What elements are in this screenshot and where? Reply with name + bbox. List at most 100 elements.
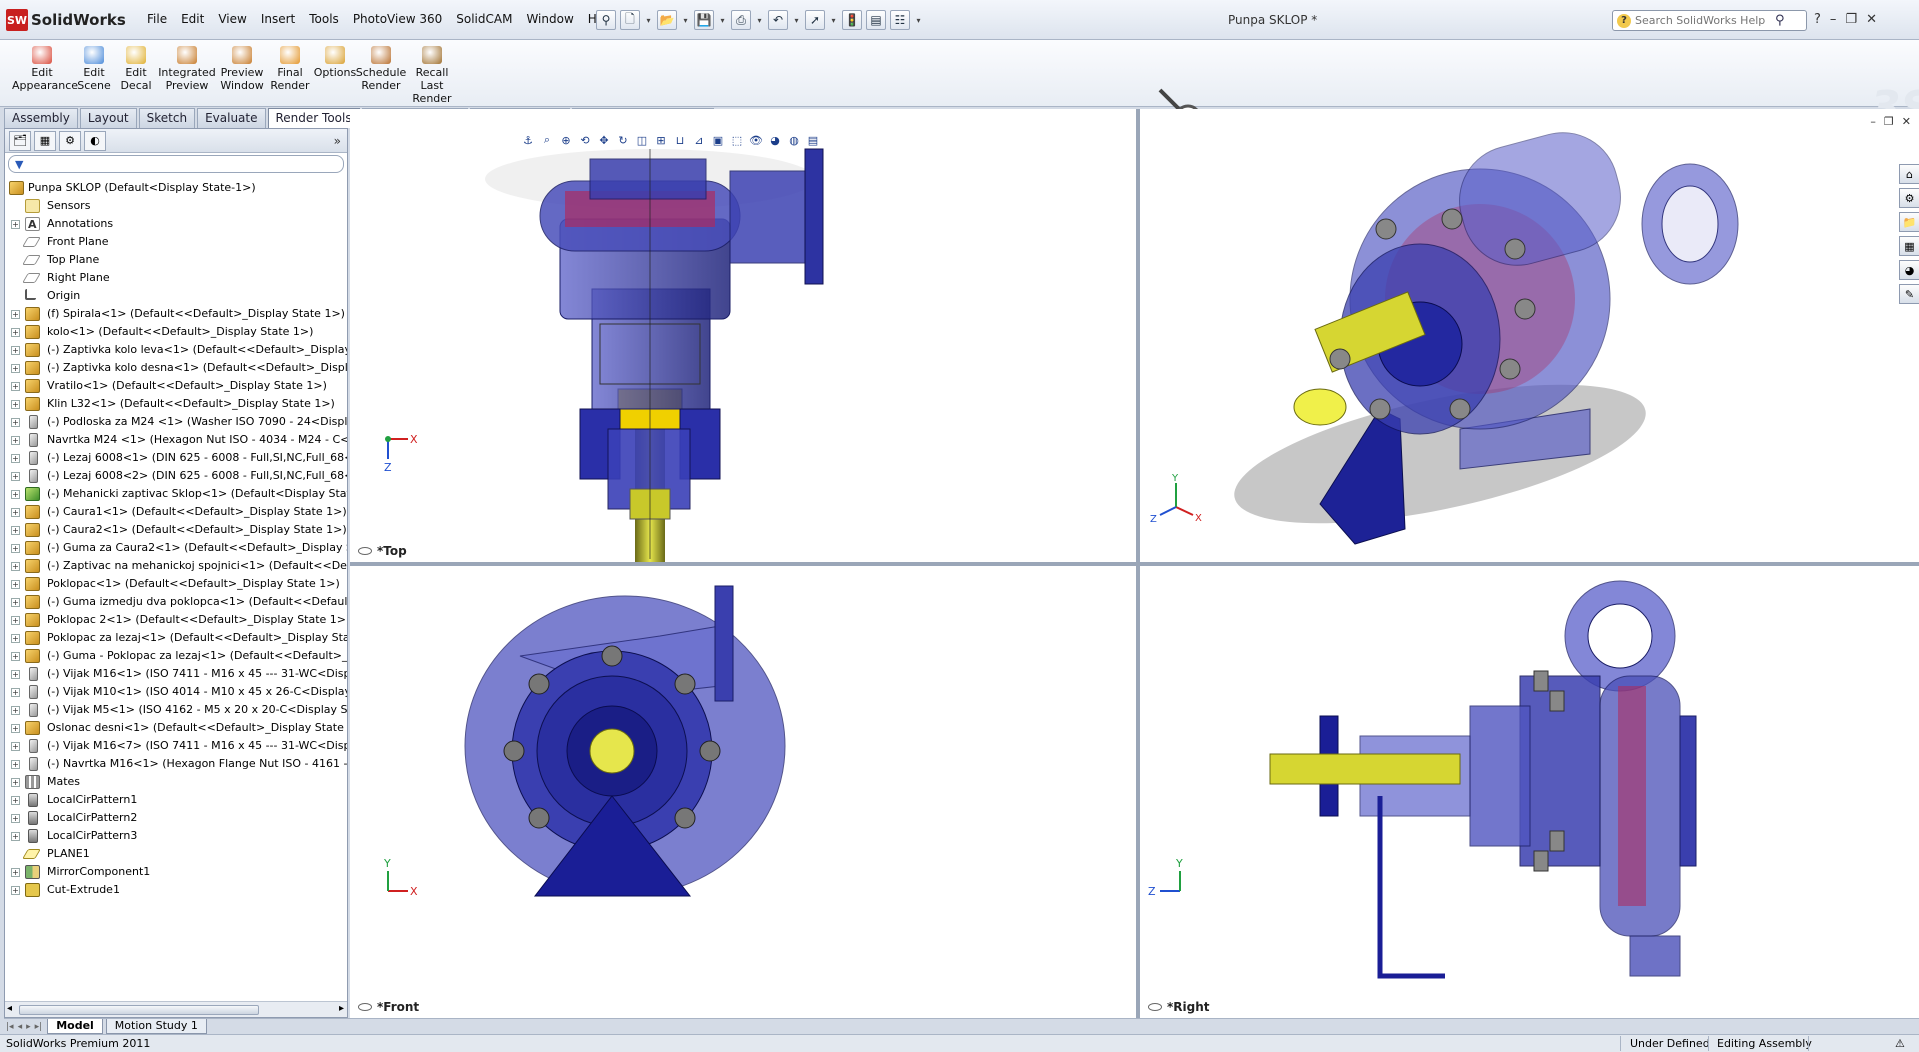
graphics-area[interactable]: ⚓ ⌕ ⊕ ⟲ ✥ ↻ ◫ ⊞ ⊔ ⊿ ▣ ⬚ 👁 ◕ ◍ ▤ X Z *Top… [350,109,1919,1018]
next-tab-icon[interactable]: ▸ [26,1022,31,1032]
tree-item[interactable]: + (-) Vijak M16<7> (ISO 7411 - M16 x 45 -… [5,737,347,755]
tree-item[interactable]: + (-) Vijak M5<1> (ISO 4162 - M5 x 20 x 2… [5,701,347,719]
viewport-close-icon[interactable]: ✕ [1902,115,1911,128]
menu-tools[interactable]: Tools [302,10,346,28]
new-document-icon[interactable]: 🗋 [620,10,640,30]
tree-item[interactable]: + kolo<1> (Default<<Default>_Display Stat… [5,323,347,341]
expand-toggle-icon[interactable]: + [11,634,20,643]
ribbon-appearance-button[interactable]: Edit Appearance [12,46,78,92]
scroll-left-icon[interactable]: ◂ [7,1003,12,1014]
app-logo[interactable]: SW SolidWorks [6,9,126,31]
expand-toggle-icon[interactable]: + [11,544,20,553]
ribbon-schedule-render-button[interactable]: Schedule Render [353,46,409,92]
expand-toggle-icon[interactable]: + [11,832,20,841]
scroll-thumb[interactable] [19,1005,259,1015]
view-palette-icon[interactable]: ▦ [1899,236,1919,256]
ribbon-decal-button[interactable]: Edit Decal [116,46,156,92]
tree-item[interactable]: + LocalCirPattern3 [5,827,347,845]
file-explorer-icon[interactable]: 📁 [1899,212,1919,232]
tab-render-tools[interactable]: Render Tools [267,108,360,128]
view-eye-icon[interactable] [358,1003,372,1011]
expand-toggle-icon[interactable]: + [11,364,20,373]
expand-toggle-icon[interactable]: + [11,220,20,229]
custom-properties-icon[interactable]: ✎ [1899,284,1919,304]
expand-toggle-icon[interactable]: + [11,418,20,427]
tree-item[interactable]: + (f) Spirala<1> (Default<<Default>_Displ… [5,305,347,323]
property-manager-tab-icon[interactable]: ▦ [34,130,56,151]
undo-icon[interactable]: ↶ [768,10,788,30]
tab-assembly[interactable]: Assembly [4,108,78,128]
ribbon-preview-window-button[interactable]: Preview Window [218,46,266,92]
tree-item[interactable]: + (-) Caura1<1> (Default<<Default>_Displa… [5,503,347,521]
save-icon[interactable]: 💾 [694,10,714,30]
pin-icon[interactable]: ⚲ [596,10,616,30]
minimize-icon[interactable]: – [1830,12,1837,27]
tab-sketch[interactable]: Sketch [138,108,196,128]
expand-toggle-icon[interactable]: + [11,400,20,409]
expand-toggle-icon[interactable]: + [11,562,20,571]
file-properties-icon[interactable]: ▤ [866,10,886,30]
tab-evaluate[interactable]: Evaluate [197,108,266,128]
tree-item[interactable]: Front Plane [5,233,347,251]
tree-item[interactable]: Right Plane [5,269,347,287]
print-dropdown-icon[interactable]: ▾ [755,16,764,25]
rebuild-status-icon[interactable]: ⚠ [1895,1037,1905,1050]
select-dropdown-icon[interactable]: ▾ [829,16,838,25]
expand-toggle-icon[interactable]: + [11,724,20,733]
search-input[interactable] [1635,14,1775,27]
expand-toggle-icon[interactable]: + [11,598,20,607]
last-tab-icon[interactable]: ▸| [35,1022,43,1032]
tree-horizontal-scrollbar[interactable]: ◂ ▸ [5,1001,347,1017]
tree-filter[interactable]: ▼ [8,155,344,173]
menu-photoview-360[interactable]: PhotoView 360 [346,10,449,28]
tree-item[interactable]: + (-) Zaptivac na mehanickoj spojnici<1> … [5,557,347,575]
menu-view[interactable]: View [211,10,253,28]
view-eye-icon[interactable] [1148,1003,1162,1011]
view-eye-icon[interactable] [358,547,372,555]
expand-toggle-icon[interactable]: + [11,886,20,895]
tree-item[interactable]: + (-) Guma za Caura2<1> (Default<<Default… [5,539,347,557]
scroll-right-icon[interactable]: ▸ [339,1003,344,1014]
restore-icon[interactable]: ❐ [1845,12,1857,27]
expand-toggle-icon[interactable]: + [11,580,20,589]
tree-item[interactable]: + Navrtka M24 <1> (Hexagon Nut ISO - 4034… [5,431,347,449]
expand-toggle-icon[interactable]: + [11,706,20,715]
tree-item[interactable]: + (-) Lezaj 6008<2> (DIN 625 - 6008 - Ful… [5,467,347,485]
viewport-front[interactable]: X Y *Front [350,566,1136,1018]
print-icon[interactable]: ⎙ [731,10,751,30]
tree-item[interactable]: + Oslonac desni<1> (Default<<Default>_Dis… [5,719,347,737]
tree-item[interactable]: + (-) Guma izmedju dva poklopca<1> (Defau… [5,593,347,611]
expand-toggle-icon[interactable]: + [11,472,20,481]
ribbon-options-button[interactable]: Options [313,46,357,79]
tree-item[interactable]: + (-) Vijak M10<1> (ISO 4014 - M10 x 45 x… [5,683,347,701]
tree-item[interactable]: + (-) Caura2<1> (Default<<Default>_Displa… [5,521,347,539]
tree-item[interactable]: + Vratilo<1> (Default<<Default>_Display S… [5,377,347,395]
tree-item[interactable]: + (-) Navrtka M16<1> (Hexagon Flange Nut … [5,755,347,773]
ribbon-integrated-preview-button[interactable]: Integrated Preview [158,46,216,92]
configuration-manager-tab-icon[interactable]: ⚙ [59,130,81,151]
tree-item[interactable]: + LocalCirPattern1 [5,791,347,809]
tree-item[interactable]: Sensors [5,197,347,215]
tree-item[interactable]: PLANE1 [5,845,347,863]
tree-item[interactable]: + Poklopac za lezaj<1> (Default<<Default>… [5,629,347,647]
menu-file[interactable]: File [140,10,174,28]
tab-layout[interactable]: Layout [79,108,137,128]
tree-item[interactable]: + Cut-Extrude1 [5,881,347,899]
open-dropdown-icon[interactable]: ▾ [681,16,690,25]
undo-dropdown-icon[interactable]: ▾ [792,16,801,25]
viewport-top[interactable]: ⚓ ⌕ ⊕ ⟲ ✥ ↻ ◫ ⊞ ⊔ ⊿ ▣ ⬚ 👁 ◕ ◍ ▤ X Z *Top [350,109,1136,562]
expand-toggle-icon[interactable]: + [11,688,20,697]
expand-toggle-icon[interactable]: + [11,328,20,337]
tab-motion-study-1[interactable]: Motion Study 1 [105,1019,207,1034]
tree-item[interactable]: + Annotations [5,215,347,234]
expand-toggle-icon[interactable]: + [11,490,20,499]
expand-toggle-icon[interactable]: + [11,760,20,769]
tree-root-assembly[interactable]: Punpa SKLOP (Default<Display State-1>) [5,179,347,197]
expand-panel-icon[interactable]: » [334,134,341,148]
menu-window[interactable]: Window [519,10,580,28]
prev-tab-icon[interactable]: ◂ [18,1022,23,1032]
design-library-icon[interactable]: ⚙ [1899,188,1919,208]
expand-toggle-icon[interactable]: + [11,526,20,535]
help-search[interactable]: ? ⚲ [1612,10,1807,31]
expand-toggle-icon[interactable]: + [11,346,20,355]
